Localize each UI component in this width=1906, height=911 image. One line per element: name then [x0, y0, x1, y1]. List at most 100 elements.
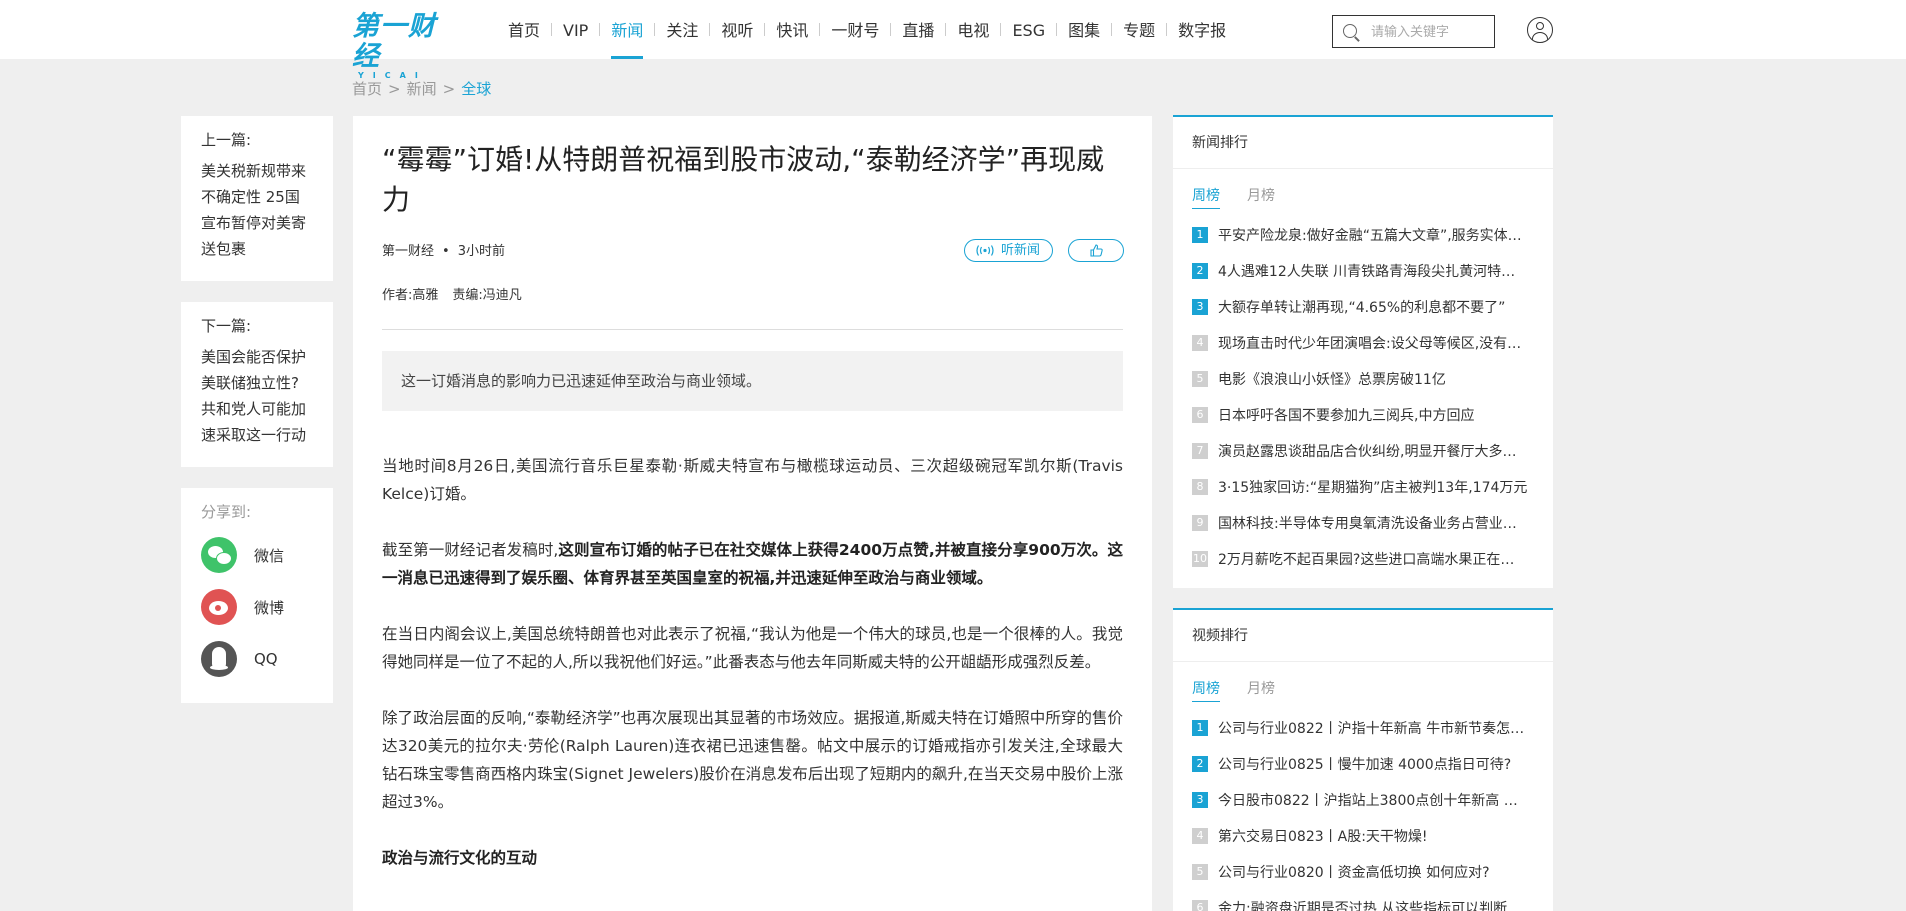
- article-paragraph: 除了政治层面的反响,“泰勒经济学”也再次展现出其显著的市场效应。据报道,斯威夫特…: [382, 709, 1123, 811]
- tab-monthly[interactable]: 月榜: [1247, 678, 1275, 702]
- news-rank-title: 2万月薪吃不起百果园?这些进口高端水果正在涨价: [1218, 552, 1528, 568]
- next-article-box: 下一篇: 美国会能否保护美联储独立性?共和党人可能加速采取这一行动: [181, 302, 333, 467]
- news-ranking-tabs: 周榜 月榜: [1173, 185, 1553, 209]
- rank-number: 1: [1192, 720, 1208, 736]
- article-summary: 这一订婚消息的影响力已迅速延伸至政治与商业领域。: [382, 351, 1123, 411]
- video-rank-item[interactable]: 3 今日股市0822丨沪指站上3800点创十年新高 下一步怎么走?: [1192, 782, 1553, 818]
- news-rank-title: 3·15独家回访:“星期猫狗”店主被判13年,174万元: [1218, 480, 1528, 496]
- nav-item[interactable]: 图集: [1057, 0, 1111, 59]
- user-icon[interactable]: [1527, 17, 1553, 43]
- article-body: 当地时间8月26日,美国流行音乐巨星泰勒·斯威夫特宣布与橄榄球运动员、三次超级碗…: [382, 452, 1123, 900]
- video-rank-item[interactable]: 4 第六交易日0823丨A股:天干物燥!: [1192, 818, 1553, 854]
- listen-news-button[interactable]: 听新闻: [964, 239, 1053, 262]
- rank-number: 8: [1192, 479, 1208, 495]
- news-rank-item[interactable]: 5 电影《浪浪山小妖怪》总票房破11亿: [1192, 361, 1553, 397]
- nav-item[interactable]: 新闻: [600, 0, 654, 59]
- breadcrumb-home[interactable]: 首页: [352, 80, 382, 98]
- nav-item[interactable]: ESG: [1001, 0, 1056, 59]
- nav-item[interactable]: 专题: [1112, 0, 1166, 59]
- article-authors: 作者:高雅 责编:冯迪凡: [382, 284, 522, 303]
- news-rank-title: 电影《浪浪山小妖怪》总票房破11亿: [1218, 372, 1446, 388]
- nav-item[interactable]: VIP: [552, 0, 599, 59]
- rank-number: 2: [1192, 756, 1208, 772]
- article-paragraph: 截至第一财经记者发稿时,这则宣布订婚的帖子已在社交媒体上获得2400万点赞,并被…: [382, 541, 1123, 587]
- news-ranking-list: 1 平安产险龙泉:做好金融“五篇大文章”,服务实体经济高质量发展 2 4人遇难12人失…: [1173, 217, 1553, 577]
- news-rank-item[interactable]: 10 2万月薪吃不起百果园?这些进口高端水果正在涨价: [1192, 541, 1553, 577]
- article-meta: 第一财经 • 3小时前: [382, 244, 505, 259]
- article-subheading: 政治与流行文化的互动: [382, 849, 538, 867]
- news-rank-item[interactable]: 3 大额存单转让潮再现,“4.65%的利息都不要了”: [1192, 289, 1553, 325]
- search-input[interactable]: [1371, 22, 1489, 42]
- nav-item[interactable]: 直播: [891, 0, 945, 59]
- search-box[interactable]: [1332, 15, 1495, 48]
- rank-number: 4: [1192, 335, 1208, 351]
- share-box: 分享到: 微信 微博 QQ: [181, 488, 333, 703]
- share-wechat[interactable]: 微信: [201, 536, 313, 574]
- rank-number: 3: [1192, 792, 1208, 808]
- video-rank-title: 公司与行业0820丨资金高低切换 如何应对?: [1218, 865, 1490, 881]
- main-nav: 首页 VIP 新闻 关注 视听 快讯 一财号 直播 电视 ESG 图集 专题 数字报: [497, 0, 1237, 59]
- share-weibo-label: 微博: [254, 598, 285, 617]
- share-label: 分享到:: [201, 503, 252, 521]
- breadcrumb-current[interactable]: 全球: [461, 80, 491, 98]
- news-rank-item[interactable]: 2 4人遇难12人失联 川青铁路青海段尖扎黄河特大桥发生事故: [1192, 253, 1553, 289]
- video-rank-item[interactable]: 5 公司与行业0820丨资金高低切换 如何应对?: [1192, 854, 1553, 890]
- nav-item[interactable]: 电视: [946, 0, 1000, 59]
- rank-number: 6: [1192, 407, 1208, 423]
- rank-number: 3: [1192, 299, 1208, 315]
- video-rank-title: 今日股市0822丨沪指站上3800点创十年新高 下一步怎么走?: [1218, 793, 1528, 809]
- article-author: 作者:高雅: [382, 288, 439, 303]
- video-ranking-title: 视频排行: [1173, 610, 1553, 662]
- share-qq-label: QQ: [254, 650, 278, 668]
- nav-item[interactable]: 快讯: [765, 0, 819, 59]
- news-rank-item[interactable]: 9 国林科技:半导体专用臭氧清洗设备业务占营业收入比例较低: [1192, 505, 1553, 541]
- audio-wave-icon: [976, 245, 994, 256]
- share-qq[interactable]: QQ: [201, 640, 313, 678]
- rank-number: 1: [1192, 227, 1208, 243]
- news-rank-item[interactable]: 8 3·15独家回访:“星期猫狗”店主被判13年,174万元: [1192, 469, 1553, 505]
- share-weibo[interactable]: 微博: [201, 588, 313, 626]
- listen-news-label: 听新闻: [1001, 243, 1041, 258]
- video-rank-title: 金力:融资盘近期是否过热 从这些指标可以判断: [1218, 901, 1508, 911]
- rank-number: 10: [1192, 551, 1208, 567]
- rank-number: 4: [1192, 828, 1208, 844]
- video-ranking: 视频排行 周榜 月榜 1 公司与行业0822丨沪指十年新高 牛市新节奏怎么走? 2 公…: [1173, 608, 1553, 911]
- article-source[interactable]: 第一财经: [382, 244, 434, 259]
- news-rank-title: 平安产险龙泉:做好金融“五篇大文章”,服务实体经济高质量发展: [1218, 228, 1528, 244]
- rank-number: 6: [1192, 900, 1208, 911]
- rank-number: 5: [1192, 371, 1208, 387]
- news-ranking-title: 新闻排行: [1173, 117, 1553, 169]
- prev-article-link[interactable]: 美关税新规带来不确定性 25国宣布暂停对美寄送包裹: [201, 158, 313, 262]
- next-article-label: 下一篇:: [201, 317, 252, 335]
- video-rank-item[interactable]: 6 金力:融资盘近期是否过热 从这些指标可以判断: [1192, 890, 1553, 911]
- breadcrumb-news[interactable]: 新闻: [407, 80, 437, 98]
- video-ranking-list: 1 公司与行业0822丨沪指十年新高 牛市新节奏怎么走? 2 公司与行业0825丨慢牛…: [1173, 710, 1553, 911]
- prev-article-label: 上一篇:: [201, 131, 252, 149]
- logo-text: 第一财经: [352, 11, 436, 72]
- next-article-link[interactable]: 美国会能否保护美联储独立性?共和党人可能加速采取这一行动: [201, 344, 313, 448]
- tab-weekly[interactable]: 周榜: [1192, 185, 1220, 209]
- rank-number: 7: [1192, 443, 1208, 459]
- news-rank-item[interactable]: 7 演员赵露思谈甜品店合伙纠纷,明显开餐厅大多不赚钱: [1192, 433, 1553, 469]
- news-ranking: 新闻排行 周榜 月榜 1 平安产险龙泉:做好金融“五篇大文章”,服务实体经济高质量…: [1173, 115, 1553, 588]
- nav-item[interactable]: 视听: [710, 0, 764, 59]
- site-logo[interactable]: 第一财经 YICAI: [352, 12, 456, 80]
- qq-icon: [201, 641, 237, 677]
- nav-item[interactable]: 数字报: [1167, 0, 1237, 59]
- like-button[interactable]: [1068, 239, 1124, 262]
- tab-weekly[interactable]: 周榜: [1192, 678, 1220, 702]
- nav-item[interactable]: 关注: [655, 0, 709, 59]
- thumbs-up-icon: [1090, 244, 1103, 257]
- nav-item[interactable]: 一财号: [820, 0, 890, 59]
- news-rank-item[interactable]: 6 日本呼吁各国不要参加九三阅兵,中方回应: [1192, 397, 1553, 433]
- video-rank-title: 公司与行业0822丨沪指十年新高 牛市新节奏怎么走?: [1218, 721, 1528, 737]
- nav-item[interactable]: 首页: [497, 0, 551, 59]
- divider: [382, 329, 1123, 330]
- tab-monthly[interactable]: 月榜: [1247, 185, 1275, 209]
- video-rank-item[interactable]: 1 公司与行业0822丨沪指十年新高 牛市新节奏怎么走?: [1192, 710, 1553, 746]
- rank-number: 5: [1192, 864, 1208, 880]
- news-rank-item[interactable]: 1 平安产险龙泉:做好金融“五篇大文章”,服务实体经济高质量发展: [1192, 217, 1553, 253]
- video-rank-item[interactable]: 2 公司与行业0825丨慢牛加速 4000点指日可待?: [1192, 746, 1553, 782]
- news-rank-item[interactable]: 4 现场直击时代少年团演唱会:设父母等候区,没有门票也来了: [1192, 325, 1553, 361]
- search-icon[interactable]: [1343, 24, 1357, 38]
